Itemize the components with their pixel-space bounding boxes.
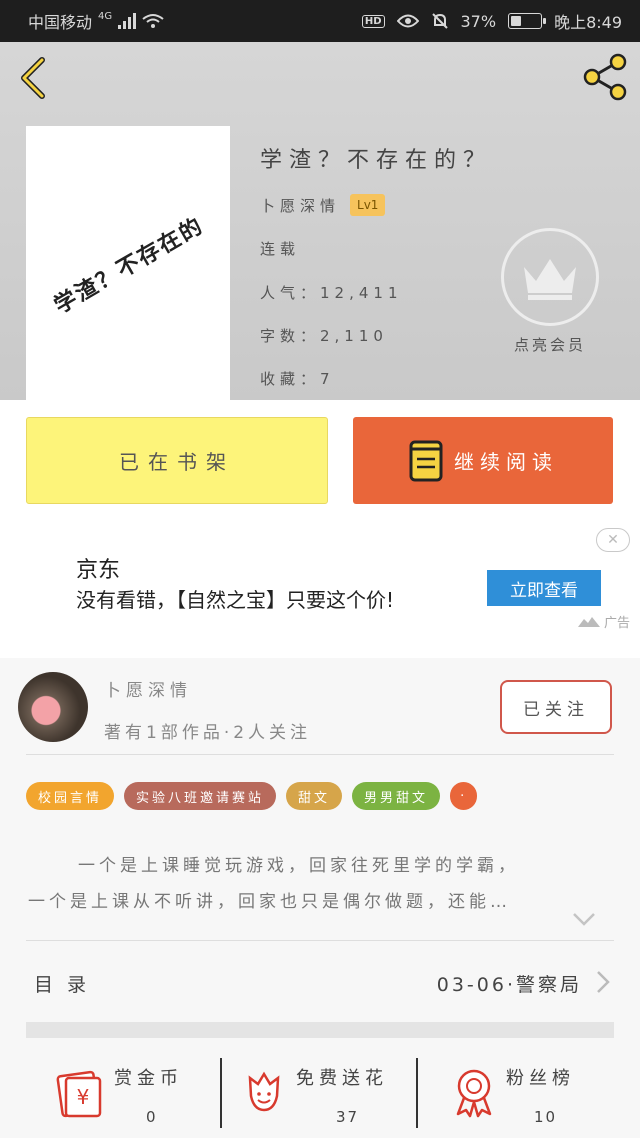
ad-close-button[interactable]: ✕	[596, 528, 630, 552]
continue-reading-button[interactable]: 继续阅读	[353, 417, 613, 504]
tag-chip[interactable]: 实验八班邀请赛站	[124, 782, 277, 810]
battery-icon	[508, 13, 547, 29]
separator	[220, 1058, 222, 1128]
tag-chip[interactable]: 校园言情	[26, 782, 115, 810]
chevron-right-icon	[597, 971, 610, 993]
divider	[26, 940, 614, 941]
ad-banner[interactable]: 京东 没有看错，【自然之宝】只要这个价! 立即查看 ✕ 广告	[0, 522, 640, 658]
flower-icon	[248, 1071, 280, 1112]
author-section: 卜愿深情 著有1部作品·2人关注 已关注 校园言情 实验八班邀请赛站 甜文 男男…	[0, 658, 640, 1138]
action-bar: 已在书架 继续阅读	[0, 400, 640, 522]
send-flowers-value: 37	[336, 1108, 360, 1126]
battery-fill	[511, 16, 522, 26]
ad-cta-button[interactable]: 立即查看	[487, 570, 601, 606]
on-shelf-button[interactable]: 已在书架	[26, 417, 328, 504]
divider	[26, 754, 614, 755]
cover-title: 学渣？不存在的	[50, 213, 209, 319]
fans-ranking-label: 粉丝榜	[506, 1068, 575, 1089]
book-title: 学渣？不存在的？	[260, 148, 493, 173]
share-button[interactable]	[580, 52, 630, 102]
summary-line: 一个是上课从不听讲，回家也只是偶尔做题，还能…	[28, 892, 511, 912]
ad-text: 没有看错，【自然之宝】只要这个价!	[76, 588, 395, 612]
back-button[interactable]	[14, 56, 54, 100]
fans-ranking-stat[interactable]: 粉丝榜 10	[452, 1056, 592, 1134]
following-label: 已关注	[523, 699, 589, 720]
table-of-contents-row[interactable]: 目录 03-06·警察局	[0, 942, 640, 1022]
tag-list: 校园言情 实验八班邀请赛站 甜文 男男甜文 ·	[26, 782, 478, 810]
reward-coins-stat[interactable]: ¥ 赏金币 0	[56, 1056, 196, 1134]
separator	[416, 1058, 418, 1128]
red-envelope-icon: ¥	[56, 1070, 102, 1118]
member-badge	[501, 228, 599, 326]
medal-icon	[456, 1069, 492, 1118]
close-icon: ✕	[607, 532, 619, 548]
carrier-label: 中国移动	[28, 13, 93, 32]
avatar[interactable]	[18, 672, 88, 742]
svg-text:¥: ¥	[77, 1085, 90, 1109]
ad-brand: 京东	[76, 558, 121, 583]
network-type: 4G	[98, 11, 113, 22]
tag-chip[interactable]: ·	[450, 782, 478, 810]
reward-coins-value: 0	[146, 1108, 158, 1126]
mute-bell-icon	[431, 13, 448, 29]
ad-tag-label: 广告	[603, 616, 630, 631]
chevron-down-icon[interactable]	[572, 912, 596, 926]
book-summary[interactable]: 一个是上课睡觉玩游戏，回家往死里学的学霸， 一个是上课从不听讲，回家也只是偶尔做…	[28, 848, 608, 920]
latest-chapter: 03-06·警察局	[436, 974, 582, 996]
serial-status: 连载	[260, 240, 301, 258]
book-detail-screen: { "status": { "carrier": "中国移动", "networ…	[0, 0, 640, 1138]
word-count: 字数：2,110	[260, 327, 388, 345]
battery-percent: 37%	[460, 11, 497, 31]
wifi-icon	[142, 14, 164, 28]
fans-ranking-value: 10	[534, 1108, 558, 1126]
popularity: 人气：12,411	[260, 284, 403, 302]
clock: 晚上8:49	[554, 13, 622, 32]
summary-line: 一个是上课睡觉玩游戏，回家往死里学的学霸，	[78, 856, 519, 876]
tag-chip[interactable]: 甜文	[286, 782, 343, 810]
send-flowers-label: 免费送花	[296, 1068, 388, 1089]
level-badge: Lv1	[350, 194, 386, 216]
section-spacer	[26, 1022, 614, 1038]
book-icon	[409, 440, 443, 481]
book-author[interactable]: 卜愿深情	[260, 195, 340, 216]
book-cover[interactable]: 学渣？不存在的	[26, 126, 230, 402]
following-button[interactable]: 已关注	[500, 680, 612, 734]
member-button[interactable]: 点亮会员	[500, 228, 600, 355]
toc-label: 目录	[34, 974, 101, 996]
tag-chip[interactable]: 男男甜文	[352, 782, 441, 810]
signal-icon	[118, 13, 137, 29]
chevron-left-icon	[21, 57, 45, 99]
book-header: 学渣？不存在的 学渣？不存在的？ 卜愿深情 Lv1 连载 人气：12,411 字…	[0, 42, 640, 402]
eye-comfort-icon	[396, 14, 419, 28]
author-row: 卜愿深情 Lv1	[260, 194, 386, 216]
on-shelf-label: 已在书架	[119, 450, 235, 474]
stats-bar: ¥ 赏金币 0 免费送花 37 粉丝榜 10	[0, 1046, 640, 1138]
ad-tag: 广告	[577, 612, 630, 631]
author-stats: 著有1部作品·2人关注	[104, 723, 312, 743]
continue-reading-label: 继续阅读	[454, 450, 558, 474]
status-bar: 中国移动 4G HD 37% 晚上8:49	[0, 0, 640, 42]
share-icon	[583, 53, 627, 101]
member-label: 点亮会员	[513, 336, 586, 354]
ad-logo-icon	[577, 617, 600, 627]
crown-icon	[524, 259, 576, 300]
favorites-count: 收藏：7	[260, 370, 335, 388]
author-name[interactable]: 卜愿深情	[104, 676, 192, 701]
reward-coins-label: 赏金币	[114, 1068, 183, 1089]
hd-icon: HD	[361, 14, 385, 28]
send-flowers-stat[interactable]: 免费送花 37	[244, 1056, 404, 1134]
